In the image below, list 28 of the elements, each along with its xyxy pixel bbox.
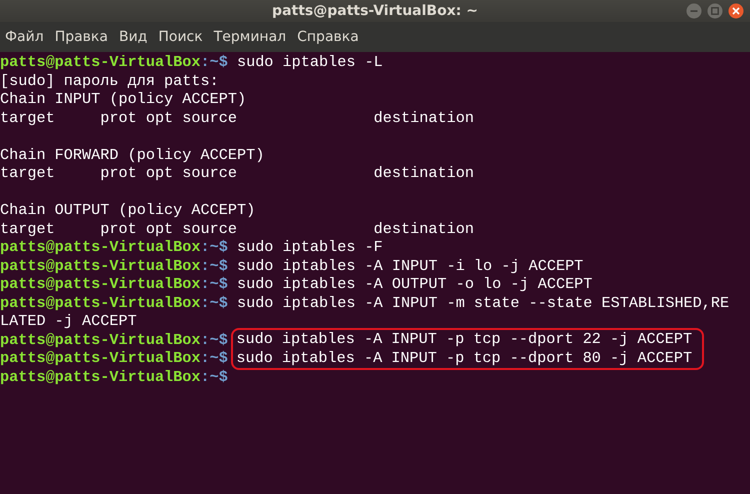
menu-item[interactable]: Файл xyxy=(4,27,50,47)
terminal-line: [sudo] пароль для patts: xyxy=(0,72,219,90)
terminal-line: patts@patts-VirtualBox:~$ sudo iptables -A INPUT -i lo -j ACCEPT xyxy=(0,256,584,275)
terminal-line: LATED -j ACCEPT xyxy=(0,312,137,330)
menu-item[interactable]: Терминал xyxy=(212,27,292,47)
terminal-line: patts@patts-VirtualBox:~$ xyxy=(0,368,228,386)
terminal-line: target prot opt source destination xyxy=(0,164,474,182)
terminal-command: sudo iptables -A INPUT -p tcp --dport 22 -j ACCEPT xyxy=(236,330,692,348)
terminal-line: patts@patts-VirtualBox:~$ sudo iptables -A INPUT -m state --state ESTABLISHED,RE xyxy=(0,294,730,312)
terminal-line: patts@patts-VirtualBox:~$ sudo iptables -L xyxy=(0,53,383,72)
window-title: patts@patts-VirtualBox: ~ xyxy=(272,3,478,19)
terminal-line: Chain INPUT (policy ACCEPT) xyxy=(0,90,246,108)
terminal-line: target prot opt source destination xyxy=(0,220,474,238)
terminal-prompt: patts@patts-VirtualBox:~$ xyxy=(0,330,228,349)
terminal-line: target prot opt source destination xyxy=(0,108,474,127)
terminal-line: patts@patts-VirtualBox:~$ sudo iptables -A OUTPUT -o lo -j ACCEPT xyxy=(0,275,592,294)
menu-item[interactable]: Вид xyxy=(118,27,154,47)
menu-item[interactable]: Справка xyxy=(296,27,365,47)
terminal-line: Chain FORWARD (policy ACCEPT) xyxy=(0,146,264,164)
menu-item[interactable]: Правка xyxy=(54,27,114,47)
close-icon[interactable] xyxy=(728,3,744,19)
terminal-prompt: patts@patts-VirtualBox:~$ xyxy=(0,349,228,368)
minimize-icon[interactable] xyxy=(686,3,702,19)
menu-item[interactable]: Поиск xyxy=(157,27,209,47)
terminal-line: patts@patts-VirtualBox:~$ sudo iptables -F xyxy=(0,238,383,256)
terminal-line: Chain OUTPUT (policy ACCEPT) xyxy=(0,201,256,220)
terminal-command: sudo iptables -A INPUT -p tcp --dport 80 -j ACCEPT xyxy=(236,348,692,367)
maximize-icon[interactable] xyxy=(707,3,723,19)
